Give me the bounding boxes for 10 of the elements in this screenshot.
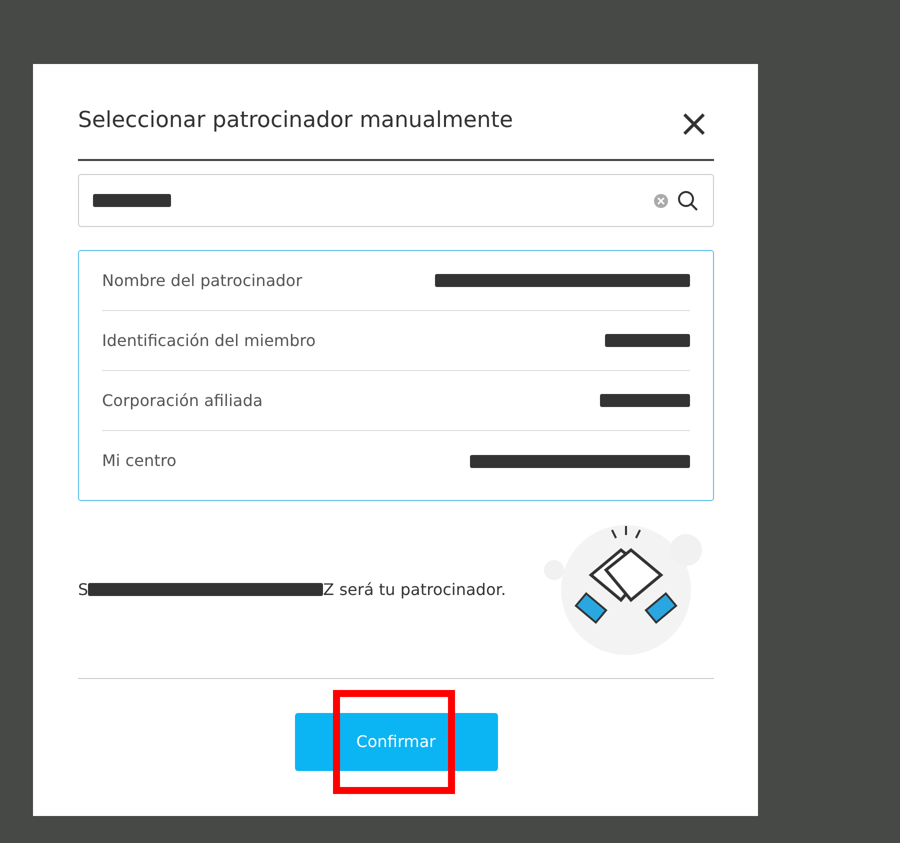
dialog-title: Seleccionar patrocinador manualmente (78, 108, 514, 134)
close-button[interactable]: × (674, 108, 714, 138)
field-label: Nombre del patrocinador (102, 270, 302, 292)
message-text: Z será tu patrocinador. (323, 578, 506, 600)
search-icon[interactable] (677, 190, 699, 212)
field-label: Corporación afiliada (102, 390, 263, 412)
field-label: Identificación del miembro (102, 330, 316, 352)
field-label: Mi centro (102, 450, 176, 472)
search-field[interactable] (78, 174, 714, 227)
message-text: S (78, 578, 88, 600)
